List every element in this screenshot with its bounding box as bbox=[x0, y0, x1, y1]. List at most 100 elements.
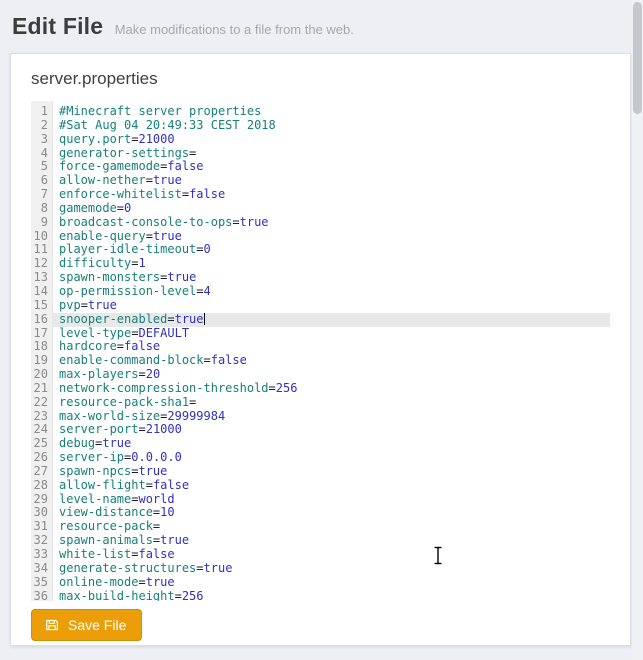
line-content: generate-structures=true bbox=[52, 562, 610, 576]
line-content: white-list=false bbox=[52, 548, 610, 562]
save-button[interactable]: Save File bbox=[31, 609, 142, 641]
code-line[interactable]: 36max-build-height=256 bbox=[31, 590, 610, 601]
line-number: 19 bbox=[31, 354, 52, 368]
line-content: max-world-size=29999984 bbox=[52, 410, 610, 424]
line-number: 34 bbox=[31, 562, 52, 576]
code-line[interactable]: 32spawn-animals=true bbox=[31, 534, 610, 548]
line-number: 4 bbox=[31, 147, 52, 161]
edit-file-panel: server.properties 1#Minecraft server pro… bbox=[10, 53, 631, 646]
line-content: generator-settings= bbox=[52, 147, 610, 161]
code-line[interactable]: 33white-list=false bbox=[31, 548, 610, 562]
line-number: 20 bbox=[31, 368, 52, 382]
code-line[interactable]: 17level-type=DEFAULT bbox=[31, 327, 610, 341]
code-line[interactable]: 6allow-nether=true bbox=[31, 174, 610, 188]
line-number: 29 bbox=[31, 493, 52, 507]
code-line[interactable]: 24server-port=21000 bbox=[31, 423, 610, 437]
code-line[interactable]: 13spawn-monsters=true bbox=[31, 271, 610, 285]
line-content: view-distance=10 bbox=[52, 506, 610, 520]
scrollbar-thumb[interactable] bbox=[633, 2, 642, 114]
line-number: 33 bbox=[31, 548, 52, 562]
code-line[interactable]: 34generate-structures=true bbox=[31, 562, 610, 576]
line-number: 25 bbox=[31, 437, 52, 451]
line-content: spawn-monsters=true bbox=[52, 271, 610, 285]
code-line[interactable]: 2#Sat Aug 04 20:49:33 CEST 2018 bbox=[31, 119, 610, 133]
ibeam-cursor bbox=[432, 546, 444, 570]
line-content: difficulty=1 bbox=[52, 257, 610, 271]
line-content: enforce-whitelist=false bbox=[52, 188, 610, 202]
code-line[interactable]: 31resource-pack= bbox=[31, 520, 610, 534]
line-content: spawn-npcs=true bbox=[52, 465, 610, 479]
code-line[interactable]: 11player-idle-timeout=0 bbox=[31, 243, 610, 257]
text-caret bbox=[204, 313, 205, 325]
line-number: 7 bbox=[31, 188, 52, 202]
code-line[interactable]: 15pvp=true bbox=[31, 299, 610, 313]
line-number: 12 bbox=[31, 257, 52, 271]
code-line[interactable]: 3query.port=21000 bbox=[31, 133, 610, 147]
line-content: server-port=21000 bbox=[52, 423, 610, 437]
line-content: max-players=20 bbox=[52, 368, 610, 382]
code-line[interactable]: 5force-gamemode=false bbox=[31, 160, 610, 174]
code-line[interactable]: 12difficulty=1 bbox=[31, 257, 610, 271]
code-line[interactable]: 1#Minecraft server properties bbox=[31, 105, 610, 119]
line-number: 30 bbox=[31, 506, 52, 520]
line-number: 6 bbox=[31, 174, 52, 188]
line-number: 21 bbox=[31, 382, 52, 396]
line-content: #Sat Aug 04 20:49:33 CEST 2018 bbox=[52, 119, 610, 133]
page-header: Edit File Make modifications to a file f… bbox=[0, 0, 643, 40]
line-number: 9 bbox=[31, 216, 52, 230]
line-number: 24 bbox=[31, 423, 52, 437]
line-content: level-type=DEFAULT bbox=[52, 327, 610, 341]
page-scrollbar[interactable] bbox=[632, 0, 643, 660]
code-line[interactable]: 8gamemode=0 bbox=[31, 202, 610, 216]
line-number: 2 bbox=[31, 119, 52, 133]
code-line[interactable]: 28allow-flight=false bbox=[31, 479, 610, 493]
line-number: 17 bbox=[31, 327, 52, 341]
line-number: 31 bbox=[31, 520, 52, 534]
line-content: player-idle-timeout=0 bbox=[52, 243, 610, 257]
code-line[interactable]: 21network-compression-threshold=256 bbox=[31, 382, 610, 396]
filename-label: server.properties bbox=[31, 69, 610, 89]
line-content: server-ip=0.0.0.0 bbox=[52, 451, 610, 465]
code-line[interactable]: 20max-players=20 bbox=[31, 368, 610, 382]
line-content: allow-nether=true bbox=[52, 174, 610, 188]
code-line[interactable]: 10enable-query=true bbox=[31, 230, 610, 244]
code-line[interactable]: 35online-mode=true bbox=[31, 576, 610, 590]
code-line[interactable]: 7enforce-whitelist=false bbox=[31, 188, 610, 202]
line-number: 32 bbox=[31, 534, 52, 548]
line-content: enable-query=true bbox=[52, 230, 610, 244]
page-subtitle: Make modifications to a file from the we… bbox=[115, 22, 354, 37]
code-editor[interactable]: 1#Minecraft server properties2#Sat Aug 0… bbox=[31, 101, 610, 601]
line-number: 36 bbox=[31, 590, 52, 601]
page-title: Edit File bbox=[12, 13, 103, 39]
line-content: gamemode=0 bbox=[52, 202, 610, 216]
code-line[interactable]: 26server-ip=0.0.0.0 bbox=[31, 451, 610, 465]
line-content: enable-command-block=false bbox=[52, 354, 610, 368]
code-line[interactable]: 18hardcore=false bbox=[31, 340, 610, 354]
code-line[interactable]: 19enable-command-block=false bbox=[31, 354, 610, 368]
line-number: 14 bbox=[31, 285, 52, 299]
code-line[interactable]: 22resource-pack-sha1= bbox=[31, 396, 610, 410]
line-content: op-permission-level=4 bbox=[52, 285, 610, 299]
code-line[interactable]: 29level-name=world bbox=[31, 493, 610, 507]
line-content: spawn-animals=true bbox=[52, 534, 610, 548]
code-line[interactable]: 14op-permission-level=4 bbox=[31, 285, 610, 299]
line-content: network-compression-threshold=256 bbox=[52, 382, 610, 396]
code-line[interactable]: 16snooper-enabled=true bbox=[31, 313, 610, 327]
save-button-label: Save File bbox=[68, 617, 126, 633]
code-lines: 1#Minecraft server properties2#Sat Aug 0… bbox=[31, 105, 610, 601]
line-content: pvp=true bbox=[52, 299, 610, 313]
line-number: 15 bbox=[31, 299, 52, 313]
line-number: 28 bbox=[31, 479, 52, 493]
code-line[interactable]: 4generator-settings= bbox=[31, 147, 610, 161]
line-number: 35 bbox=[31, 576, 52, 590]
code-line[interactable]: 30view-distance=10 bbox=[31, 506, 610, 520]
code-line[interactable]: 25debug=true bbox=[31, 437, 610, 451]
line-number: 10 bbox=[31, 230, 52, 244]
code-line[interactable]: 27spawn-npcs=true bbox=[31, 465, 610, 479]
line-content: level-name=world bbox=[52, 493, 610, 507]
line-content: snooper-enabled=true bbox=[52, 313, 610, 327]
code-line[interactable]: 9broadcast-console-to-ops=true bbox=[31, 216, 610, 230]
line-number: 26 bbox=[31, 451, 52, 465]
line-content: broadcast-console-to-ops=true bbox=[52, 216, 610, 230]
code-line[interactable]: 23max-world-size=29999984 bbox=[31, 410, 610, 424]
